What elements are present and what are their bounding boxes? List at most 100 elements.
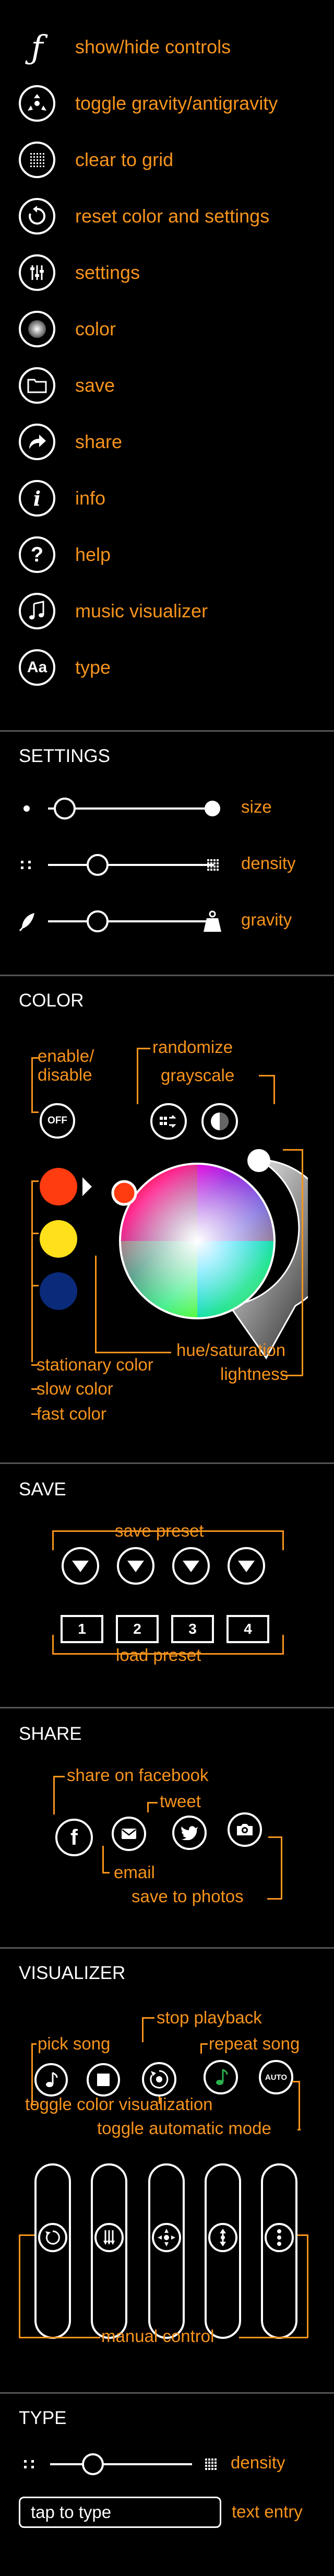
load-preset-1-button[interactable]: 1 [61,1615,103,1643]
density-slider-track[interactable] [48,864,214,866]
menu-item-show-hide-controls[interactable]: ƒ show/hide controls [19,28,321,66]
menu-item-share[interactable]: share [19,423,321,461]
menu-item-music-visualizer[interactable]: music visualizer [19,592,321,630]
repeat-song-button[interactable] [204,2060,238,2094]
color-visualization-icon [150,2070,169,2089]
manual-control-slider-4[interactable] [205,2163,241,2339]
color-swatch-fast[interactable] [40,1272,77,1310]
manual-control-slider-3[interactable] [148,2163,185,2339]
density-slider-knob[interactable] [87,854,109,876]
dots-icon [277,2229,281,2246]
menu-item-info[interactable]: i info [19,479,321,517]
save-title: SAVE [19,1479,66,1500]
size-slider-knob[interactable] [53,798,76,819]
type-density-slider-track[interactable] [50,2463,192,2465]
menu-item-label: reset color and settings [75,205,270,227]
color-title: COLOR [19,990,84,1011]
menu-item-toggle-gravity[interactable]: toggle gravity/antigravity [19,85,321,122]
density-label: density [241,853,296,873]
grayscale-label: grayscale [161,1065,235,1085]
manual-control-slider-5[interactable] [261,2163,297,2339]
load-preset-3-button[interactable]: 3 [171,1615,214,1643]
sliders-icon [19,254,55,291]
weight-icon [204,910,221,932]
large-dot-icon [205,801,220,816]
grayscale-button[interactable] [201,1103,238,1140]
menu-item-label: settings [75,262,140,283]
folder-number: 4 [244,1621,252,1637]
manual-control-knob[interactable] [265,2223,294,2252]
facebook-share-button[interactable]: f [55,1819,93,1856]
type-density-slider-knob[interactable] [81,2453,104,2475]
load-preset-2-button[interactable]: 2 [116,1615,159,1643]
hue-saturation-wheel [119,1163,276,1319]
stop-playback-button[interactable] [87,2063,120,2097]
camera-icon [237,1824,253,1835]
selected-swatch-indicator [82,1177,92,1196]
auto-label: AUTO [265,2072,288,2082]
manual-control-slider-2[interactable] [91,2163,127,2339]
pick-song-button[interactable] [34,2063,68,2097]
down-arrow-icon [238,1561,255,1572]
text-entry-input[interactable] [19,2497,221,2528]
randomize-label: randomize [152,1037,233,1057]
explode-icon [158,2229,175,2246]
color-swatch-stationary[interactable] [40,1168,77,1205]
menu-item-settings[interactable]: settings [19,254,321,291]
menu-item-label: info [75,487,106,509]
divider [0,730,334,732]
tweet-button[interactable] [172,1816,207,1850]
toggle-color-visualization-button[interactable] [142,2062,176,2097]
off-label: OFF [47,1115,67,1126]
info-icon: i [19,480,55,517]
color-swatch-slow[interactable] [40,1220,77,1258]
feather-icon [19,913,34,931]
small-dot-icon [23,805,30,812]
menu-item-help[interactable]: ? help [19,536,321,573]
stop-icon [97,2074,110,2086]
manual-control-knob[interactable] [208,2223,237,2252]
randomize-icon [160,1115,176,1128]
menu-item-clear-to-grid[interactable]: clear to grid [19,141,321,179]
load-preset-4-button[interactable]: 4 [226,1615,269,1643]
reset-icon [19,198,55,235]
menu-item-reset[interactable]: reset color and settings [19,197,321,235]
manual-control-knob[interactable] [38,2223,67,2252]
automatic-mode-button[interactable]: AUTO [259,2060,293,2094]
menu-item-type[interactable]: Aa type [19,649,321,686]
type-density-slider-row: density [16,2449,329,2480]
gravity-slider-knob[interactable] [87,910,109,932]
menu-item-label: show/hide controls [75,36,231,57]
tweet-label: tweet [160,1792,201,1811]
menu-item-label: music visualizer [75,600,208,622]
manual-control-slider-1[interactable] [34,2163,71,2339]
help-icon-glyph: ? [30,543,44,566]
manual-control-knob[interactable] [94,2223,124,2252]
share-icon [19,424,55,460]
slow-color-label: slow color [37,1379,113,1398]
lightness-label: lightness [220,1364,289,1384]
menu-item-color[interactable]: color [19,310,321,348]
pick-song-label: pick song [38,2034,111,2053]
down-arrow-icon [72,1561,89,1572]
randomize-button[interactable] [150,1103,187,1140]
folder-icon [19,367,55,404]
gravity-slider-row: gravity [16,906,329,937]
folder-number: 1 [78,1621,86,1637]
repeat-note-icon [216,2068,228,2085]
lightness-handle [247,1149,270,1172]
hue-saturation-label: hue/saturation [176,1340,286,1360]
menu-item-label: save [75,374,115,396]
color-enable-toggle[interactable]: OFF [40,1103,75,1139]
down-arrow-icon [183,1561,199,1572]
share-title: SHARE [19,1724,82,1744]
manual-control-knob[interactable] [152,2223,181,2252]
save-to-photos-button[interactable] [228,1812,262,1847]
email-button[interactable] [112,1817,146,1851]
divider [0,975,334,976]
menu-item-save[interactable]: save [19,367,321,404]
divider [0,1707,334,1708]
density-slider-row: density [16,849,329,881]
divider [0,1462,334,1464]
gravity-slider-track[interactable] [48,920,214,922]
